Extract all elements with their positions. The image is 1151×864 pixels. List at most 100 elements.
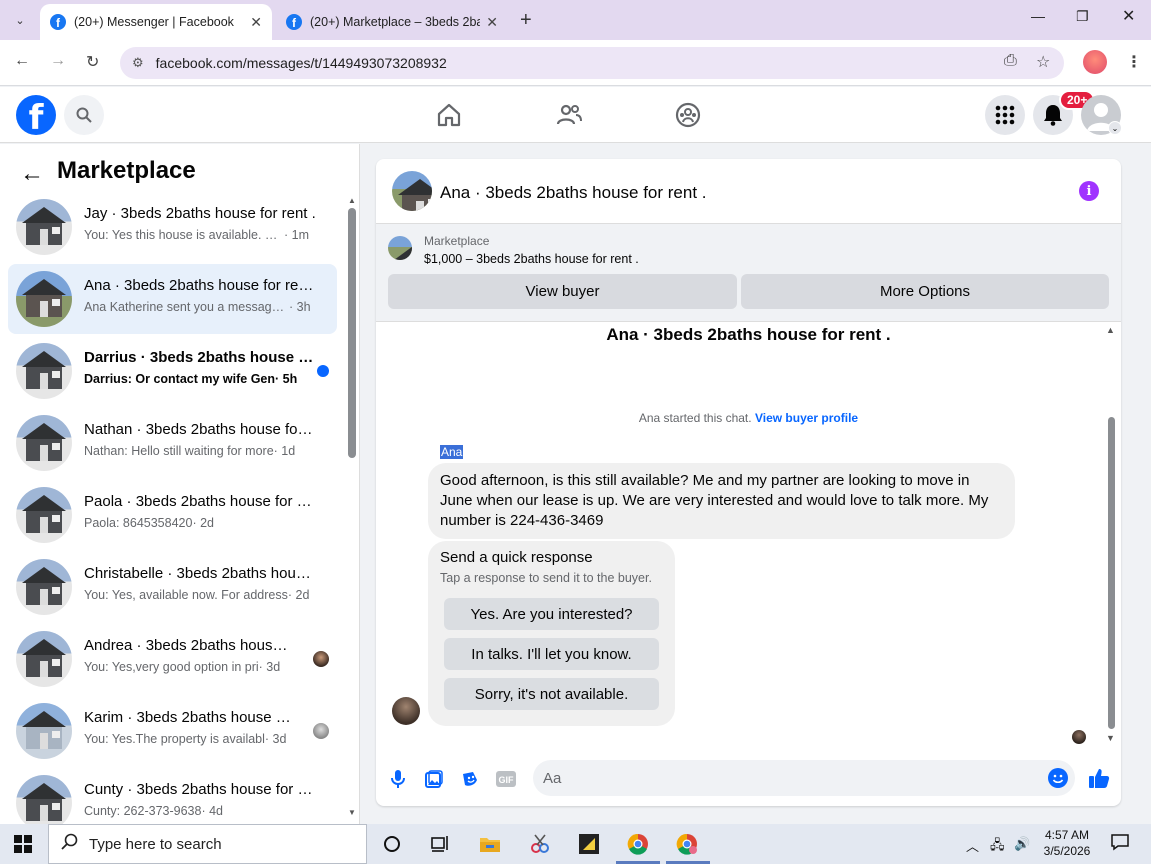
facebook-favicon-icon: f <box>50 14 66 30</box>
scroll-down-arrow[interactable]: ▼ <box>348 808 356 817</box>
home-icon[interactable] <box>435 101 463 129</box>
tab-marketplace[interactable]: f (20+) Marketplace – 3beds 2ba ✕ <box>276 4 508 40</box>
conversation-item-active[interactable]: Ana · 3beds 2baths house for rent . Ana … <box>8 264 337 334</box>
chat-scrollbar[interactable] <box>1108 417 1115 729</box>
tab-search-menu-button[interactable]: ⌄ <box>6 7 34 33</box>
chrome-profile-avatar[interactable] <box>1083 50 1107 74</box>
more-options-button[interactable]: More Options <box>741 274 1109 309</box>
search-icon <box>76 107 92 123</box>
conversation-item[interactable]: Karim · 3beds 2baths house for rent . Yo… <box>8 696 337 766</box>
listing-thumbnail <box>16 631 72 687</box>
quick-reply-interested[interactable]: Yes. Are you interested? <box>444 598 659 630</box>
site-info-icon[interactable]: ⚙ <box>132 55 144 71</box>
install-app-icon[interactable]: ⎙ <box>1004 52 1017 70</box>
sticky-notes-icon[interactable] <box>577 832 601 856</box>
sidebar-scrollbar[interactable] <box>348 208 356 458</box>
conversation-preview: Cunty: 262-373-9638· 4d <box>84 804 223 818</box>
close-tab-icon[interactable]: ✕ <box>486 14 498 31</box>
view-buyer-profile-link[interactable]: View buyer profile <box>755 411 858 425</box>
seen-avatar <box>313 651 329 667</box>
conversation-name: Cunty · 3beds 2baths house for rent . <box>84 781 316 798</box>
conversation-item[interactable]: Jay · 3beds 2baths house for rent . You:… <box>8 192 337 262</box>
buyer-avatar[interactable] <box>392 697 420 725</box>
bookmark-star-icon[interactable]: ☆ <box>1036 52 1050 72</box>
conversation-item[interactable]: Andrea · 3beds 2baths house for rent . Y… <box>8 624 337 694</box>
message-input[interactable]: Aa <box>533 760 1075 796</box>
listing-price-title[interactable]: $1,000 – 3beds 2baths house for rent . <box>424 252 639 266</box>
forward-button[interactable]: → <box>50 52 66 70</box>
back-button[interactable]: ← <box>14 52 30 70</box>
conversation-name: Darrius · 3beds 2baths house for rent . <box>84 349 316 366</box>
system-clock[interactable]: 4:57 AM 3/5/2026 <box>1036 827 1098 859</box>
chat-title[interactable]: Ana · 3beds 2baths house for rent . <box>440 183 707 203</box>
sticker-icon[interactable] <box>459 768 481 790</box>
search-button[interactable] <box>64 95 104 135</box>
listing-thumbnail <box>16 343 72 399</box>
show-hidden-icons[interactable]: ︿ <box>966 836 979 855</box>
task-view-icon[interactable] <box>428 832 452 856</box>
like-thumbs-up-icon[interactable] <box>1087 766 1111 790</box>
chat-header: Ana · 3beds 2baths house for rent . i <box>376 159 1121 224</box>
volume-icon[interactable]: 🔊 <box>1014 836 1030 852</box>
close-tab-icon[interactable]: ✕ <box>250 14 262 31</box>
chevron-down-icon[interactable]: ⌄ <box>1108 121 1122 135</box>
snipping-tool-icon[interactable] <box>528 832 552 856</box>
facebook-logo[interactable]: f <box>16 95 56 135</box>
quick-response-card: Send a quick response Tap a response to … <box>428 541 675 726</box>
url-bar[interactable]: ⚙ facebook.com/messages/t/14494930732089… <box>120 47 1064 79</box>
emoji-icon[interactable] <box>1048 768 1068 788</box>
listing-thumbnail-small[interactable] <box>388 236 412 260</box>
chrome-menu-icon[interactable]: ⋮ <box>1126 52 1142 72</box>
conversation-name: Christabelle · 3beds 2baths house for re… <box>84 565 316 582</box>
tab-messenger[interactable]: f (20+) Messenger | Facebook ✕ <box>40 4 272 40</box>
restore-button[interactable]: ❐ <box>1076 8 1089 25</box>
photo-icon[interactable] <box>423 768 445 790</box>
conversation-preview: You: Yes,very good option in pri· 3d <box>84 660 281 674</box>
friends-icon[interactable] <box>555 101 583 129</box>
address-bar-row: ← → ↻ ⚙ facebook.com/messages/t/14494930… <box>0 40 1151 86</box>
listing-thumbnail[interactable] <box>392 171 432 211</box>
conversation-preview: You: Yes this house is available. Please… <box>84 228 309 242</box>
new-tab-button[interactable]: + <box>520 9 532 32</box>
taskbar-search-box[interactable]: Type here to search <box>48 824 367 864</box>
chat-started-notice: Ana started this chat. View buyer profil… <box>376 411 1121 425</box>
marketplace-label: Marketplace <box>424 234 490 248</box>
scroll-down-arrow[interactable]: ▼ <box>1106 733 1115 743</box>
bell-icon <box>1044 105 1062 126</box>
conversation-item[interactable]: Cunty · 3beds 2baths house for rent . Cu… <box>8 768 337 824</box>
network-icon[interactable]: 🖧 <box>990 836 1005 858</box>
conversation-name: Ana · 3beds 2baths house for rent . <box>84 277 316 294</box>
quick-reply-not-available[interactable]: Sorry, it's not available. <box>444 678 659 710</box>
conversation-name: Jay · 3beds 2baths house for rent . <box>84 205 316 222</box>
facebook-favicon-icon: f <box>286 14 302 30</box>
chrome-profile-icon[interactable] <box>675 832 699 856</box>
conversation-name: Andrea · 3beds 2baths house for rent . <box>84 637 289 654</box>
microphone-icon[interactable] <box>387 768 409 790</box>
groups-icon[interactable] <box>674 101 702 129</box>
notification-center-icon[interactable] <box>1111 833 1129 856</box>
info-icon[interactable]: i <box>1079 181 1099 201</box>
conversation-item[interactable]: Paola · 3beds 2baths house for rent . Pa… <box>8 480 337 550</box>
close-window-button[interactable]: ✕ <box>1122 6 1135 26</box>
view-buyer-button[interactable]: View buyer <box>388 274 737 309</box>
minimize-button[interactable]: — <box>1031 8 1045 24</box>
message-bubble[interactable]: Good afternoon, is this still available?… <box>428 463 1015 539</box>
gif-icon[interactable]: GIF <box>495 768 517 790</box>
windows-start-icon[interactable] <box>14 835 32 853</box>
chrome-icon[interactable] <box>626 832 650 856</box>
scroll-up-arrow[interactable]: ▲ <box>348 196 356 205</box>
reload-button[interactable]: ↻ <box>86 52 99 72</box>
scroll-up-arrow[interactable]: ▲ <box>1106 325 1115 335</box>
file-explorer-icon[interactable] <box>478 832 502 856</box>
conversation-item[interactable]: Christabelle · 3beds 2baths house for re… <box>8 552 337 622</box>
back-arrow-icon[interactable]: ← <box>20 160 44 188</box>
conversation-preview: You: Yes, available now. For address· 2d <box>84 588 310 602</box>
menu-grid-button[interactable] <box>985 95 1025 135</box>
unread-dot <box>317 365 329 377</box>
conversation-item[interactable]: Nathan · 3beds 2baths house for rent . N… <box>8 408 337 478</box>
marketplace-listing-box: Marketplace $1,000 – 3beds 2baths house … <box>376 224 1121 322</box>
quick-reply-in-talks[interactable]: In talks. I'll let you know. <box>444 638 659 670</box>
conversation-item[interactable]: Darrius · 3beds 2baths house for rent . … <box>8 336 337 406</box>
cortana-icon[interactable] <box>380 832 404 856</box>
listing-thumbnail <box>16 271 72 327</box>
